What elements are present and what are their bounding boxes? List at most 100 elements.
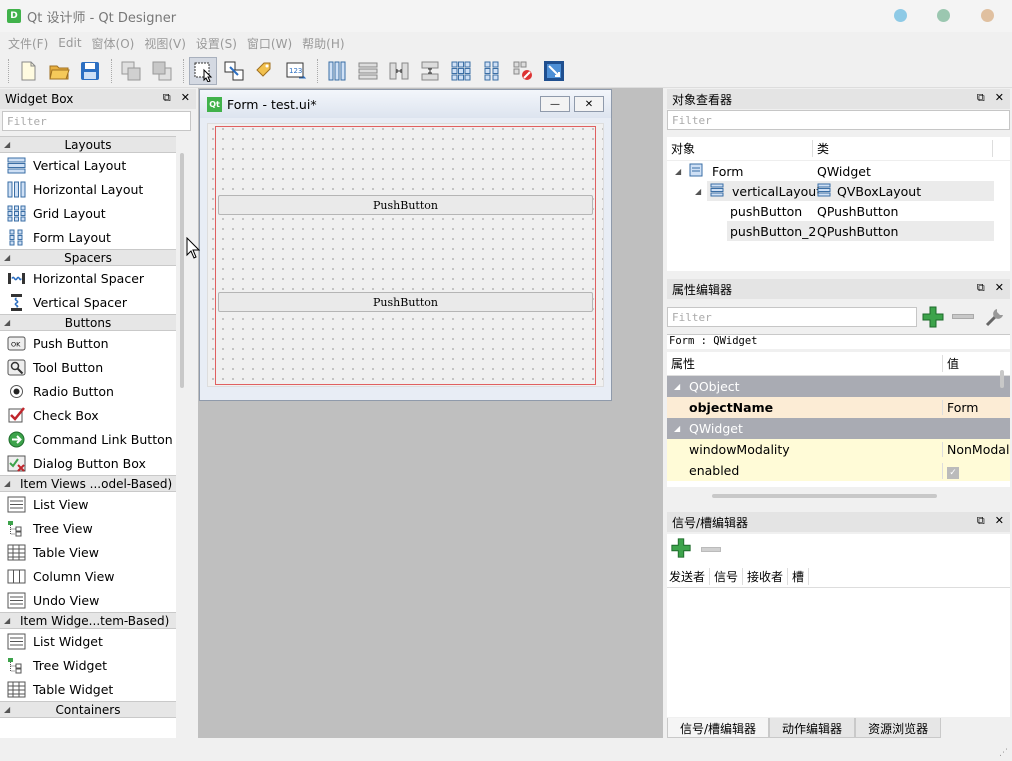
- widget-item-list-widget[interactable]: List Widget: [0, 629, 176, 653]
- configure-property-editor-button[interactable]: [983, 305, 1007, 329]
- push-button-2[interactable]: PushButton: [218, 292, 593, 312]
- widget-item-check-box[interactable]: Check Box: [0, 403, 176, 427]
- widget-item-list-view[interactable]: List View: [0, 492, 176, 516]
- maximize-button[interactable]: [937, 9, 950, 22]
- property-row-windowmodality[interactable]: windowModality NonModal: [667, 439, 1010, 460]
- column-header-receiver[interactable]: 接收者: [743, 568, 789, 585]
- horizontal-splitter-button[interactable]: [385, 57, 413, 85]
- toolbar-handle[interactable]: [8, 58, 10, 83]
- category-layouts[interactable]: ◢ Layouts: [0, 136, 176, 153]
- close-dock-icon[interactable]: ✕: [995, 91, 1004, 105]
- save-button[interactable]: [76, 57, 104, 85]
- property-row-enabled[interactable]: enabled ✓: [667, 460, 1010, 481]
- widget-item-vertical-layout[interactable]: Vertical Layout: [0, 153, 176, 177]
- expand-triangle-icon[interactable]: ◢: [4, 318, 10, 327]
- float-dock-icon[interactable]: ⧉: [977, 514, 985, 528]
- close-dock-icon[interactable]: ✕: [995, 514, 1004, 528]
- push-button-1[interactable]: PushButton: [218, 195, 593, 215]
- subwindow-minimize-button[interactable]: —: [540, 96, 570, 112]
- widget-item-undo-view[interactable]: Undo View: [0, 588, 176, 612]
- widget-item-grid-layout[interactable]: Grid Layout: [0, 201, 176, 225]
- float-dock-icon[interactable]: ⧉: [977, 281, 985, 295]
- column-header-class[interactable]: 类: [813, 140, 993, 157]
- grid-layout-button[interactable]: [447, 57, 475, 85]
- tab-resource-browser[interactable]: 资源浏览器: [855, 718, 942, 738]
- widget-item-radio-button[interactable]: Radio Button: [0, 379, 176, 403]
- new-file-button[interactable]: [14, 57, 42, 85]
- form-layout-button[interactable]: [478, 57, 506, 85]
- menu-settings[interactable]: 设置(S): [196, 35, 237, 52]
- expand-triangle-icon[interactable]: ◢: [4, 479, 10, 488]
- collapse-triangle-icon[interactable]: ◢: [674, 424, 680, 433]
- collapse-triangle-icon[interactable]: ◢: [674, 382, 680, 391]
- object-inspector-filter-input[interactable]: Filter: [667, 110, 1010, 130]
- open-file-button[interactable]: [45, 57, 73, 85]
- category-item-widgets[interactable]: ◢ Item Widge...tem-Based): [0, 612, 176, 629]
- widget-item-horizontal-layout[interactable]: Horizontal Layout: [0, 177, 176, 201]
- add-dynamic-property-button[interactable]: [921, 305, 945, 329]
- resize-grip-icon[interactable]: ⋰: [999, 748, 1008, 758]
- vertical-splitter-button[interactable]: [416, 57, 444, 85]
- subwindow-close-button[interactable]: ✕: [574, 96, 604, 112]
- widget-item-form-layout[interactable]: Form Layout: [0, 225, 176, 249]
- lay-out-horizontally-button[interactable]: [323, 57, 351, 85]
- vertical-layout-frame[interactable]: PushButton PushButton: [215, 126, 596, 385]
- checkbox-checked-icon[interactable]: ✓: [947, 466, 959, 479]
- property-value[interactable]: Form: [942, 400, 1010, 415]
- property-horizontal-scrollbar[interactable]: [712, 494, 937, 498]
- column-header-property[interactable]: 属性: [667, 355, 942, 372]
- edit-signals-slots-button[interactable]: [220, 57, 248, 85]
- tree-row-vertical-layout[interactable]: ◢ verticalLayout QVBoxLayout: [695, 181, 994, 201]
- widget-item-horizontal-spacer[interactable]: Horizontal Spacer: [0, 266, 176, 290]
- property-group-qwidget[interactable]: ◢ QWidget: [667, 418, 1010, 439]
- widget-item-tree-widget[interactable]: Tree Widget: [0, 653, 176, 677]
- category-containers[interactable]: ◢ Containers: [0, 701, 176, 718]
- minimize-button[interactable]: [894, 9, 907, 22]
- bring-to-front-button[interactable]: [117, 57, 145, 85]
- widget-item-vertical-spacer[interactable]: Vertical Spacer: [0, 290, 176, 314]
- float-dock-icon[interactable]: ⧉: [977, 91, 985, 105]
- remove-connection-button[interactable]: [701, 547, 721, 552]
- widget-box-filter-input[interactable]: Filter: [2, 111, 191, 131]
- widget-item-table-widget[interactable]: Table Widget: [0, 677, 176, 701]
- widget-item-column-view[interactable]: Column View: [0, 564, 176, 588]
- edit-tab-order-button[interactable]: 123: [282, 57, 310, 85]
- widget-item-command-link-button[interactable]: Command Link Button: [0, 427, 176, 451]
- form-subwindow-titlebar[interactable]: Qt Form - test.ui* — ✕: [200, 90, 611, 118]
- property-group-qobject[interactable]: ◢ QObject: [667, 376, 1010, 397]
- tab-signal-slot-editor[interactable]: 信号/槽编辑器: [667, 718, 770, 738]
- close-dock-icon[interactable]: ✕: [995, 281, 1004, 295]
- tree-row-push-button-2[interactable]: pushButton_2 QPushButton: [727, 221, 994, 241]
- property-value[interactable]: NonModal: [942, 442, 1010, 457]
- widget-item-dialog-button-box[interactable]: Dialog Button Box: [0, 451, 176, 475]
- property-row-objectname[interactable]: objectName Form: [667, 397, 1010, 418]
- tree-row-form[interactable]: ◢ Form QWidget: [667, 161, 1010, 181]
- expand-triangle-icon[interactable]: ◢: [4, 616, 10, 625]
- property-vertical-scrollbar[interactable]: [1000, 370, 1004, 388]
- column-header-object[interactable]: 对象: [667, 140, 813, 157]
- tree-row-push-button[interactable]: pushButton QPushButton: [667, 201, 1010, 221]
- expand-triangle-icon[interactable]: ◢: [4, 705, 10, 714]
- tab-action-editor[interactable]: 动作编辑器: [769, 718, 856, 738]
- adjust-size-button[interactable]: [540, 57, 568, 85]
- menu-edit[interactable]: Edit: [58, 36, 81, 50]
- form-subwindow[interactable]: Qt Form - test.ui* — ✕ PushButton PushBu…: [199, 89, 612, 401]
- expand-triangle-icon[interactable]: ◢: [695, 187, 701, 196]
- edit-buddies-button[interactable]: [251, 57, 279, 85]
- property-filter-input[interactable]: Filter: [667, 307, 917, 327]
- category-spacers[interactable]: ◢ Spacers: [0, 249, 176, 266]
- expand-triangle-icon[interactable]: ◢: [4, 253, 10, 262]
- widget-item-tool-button[interactable]: Tool Button: [0, 355, 176, 379]
- category-buttons[interactable]: ◢ Buttons: [0, 314, 176, 331]
- menu-form[interactable]: 窗体(O): [92, 35, 135, 52]
- widget-item-table-view[interactable]: Table View: [0, 540, 176, 564]
- float-dock-icon[interactable]: ⧉: [163, 91, 171, 105]
- menu-window[interactable]: 窗口(W): [247, 35, 292, 52]
- menu-view[interactable]: 视图(V): [144, 35, 186, 52]
- edit-widgets-button[interactable]: [189, 56, 217, 85]
- property-value-checkbox[interactable]: ✓: [942, 462, 1010, 479]
- lay-out-vertically-button[interactable]: [354, 57, 382, 85]
- column-header-slot[interactable]: 槽: [788, 568, 810, 585]
- menu-file[interactable]: 文件(F): [8, 35, 48, 52]
- form-canvas[interactable]: PushButton PushButton: [207, 123, 604, 387]
